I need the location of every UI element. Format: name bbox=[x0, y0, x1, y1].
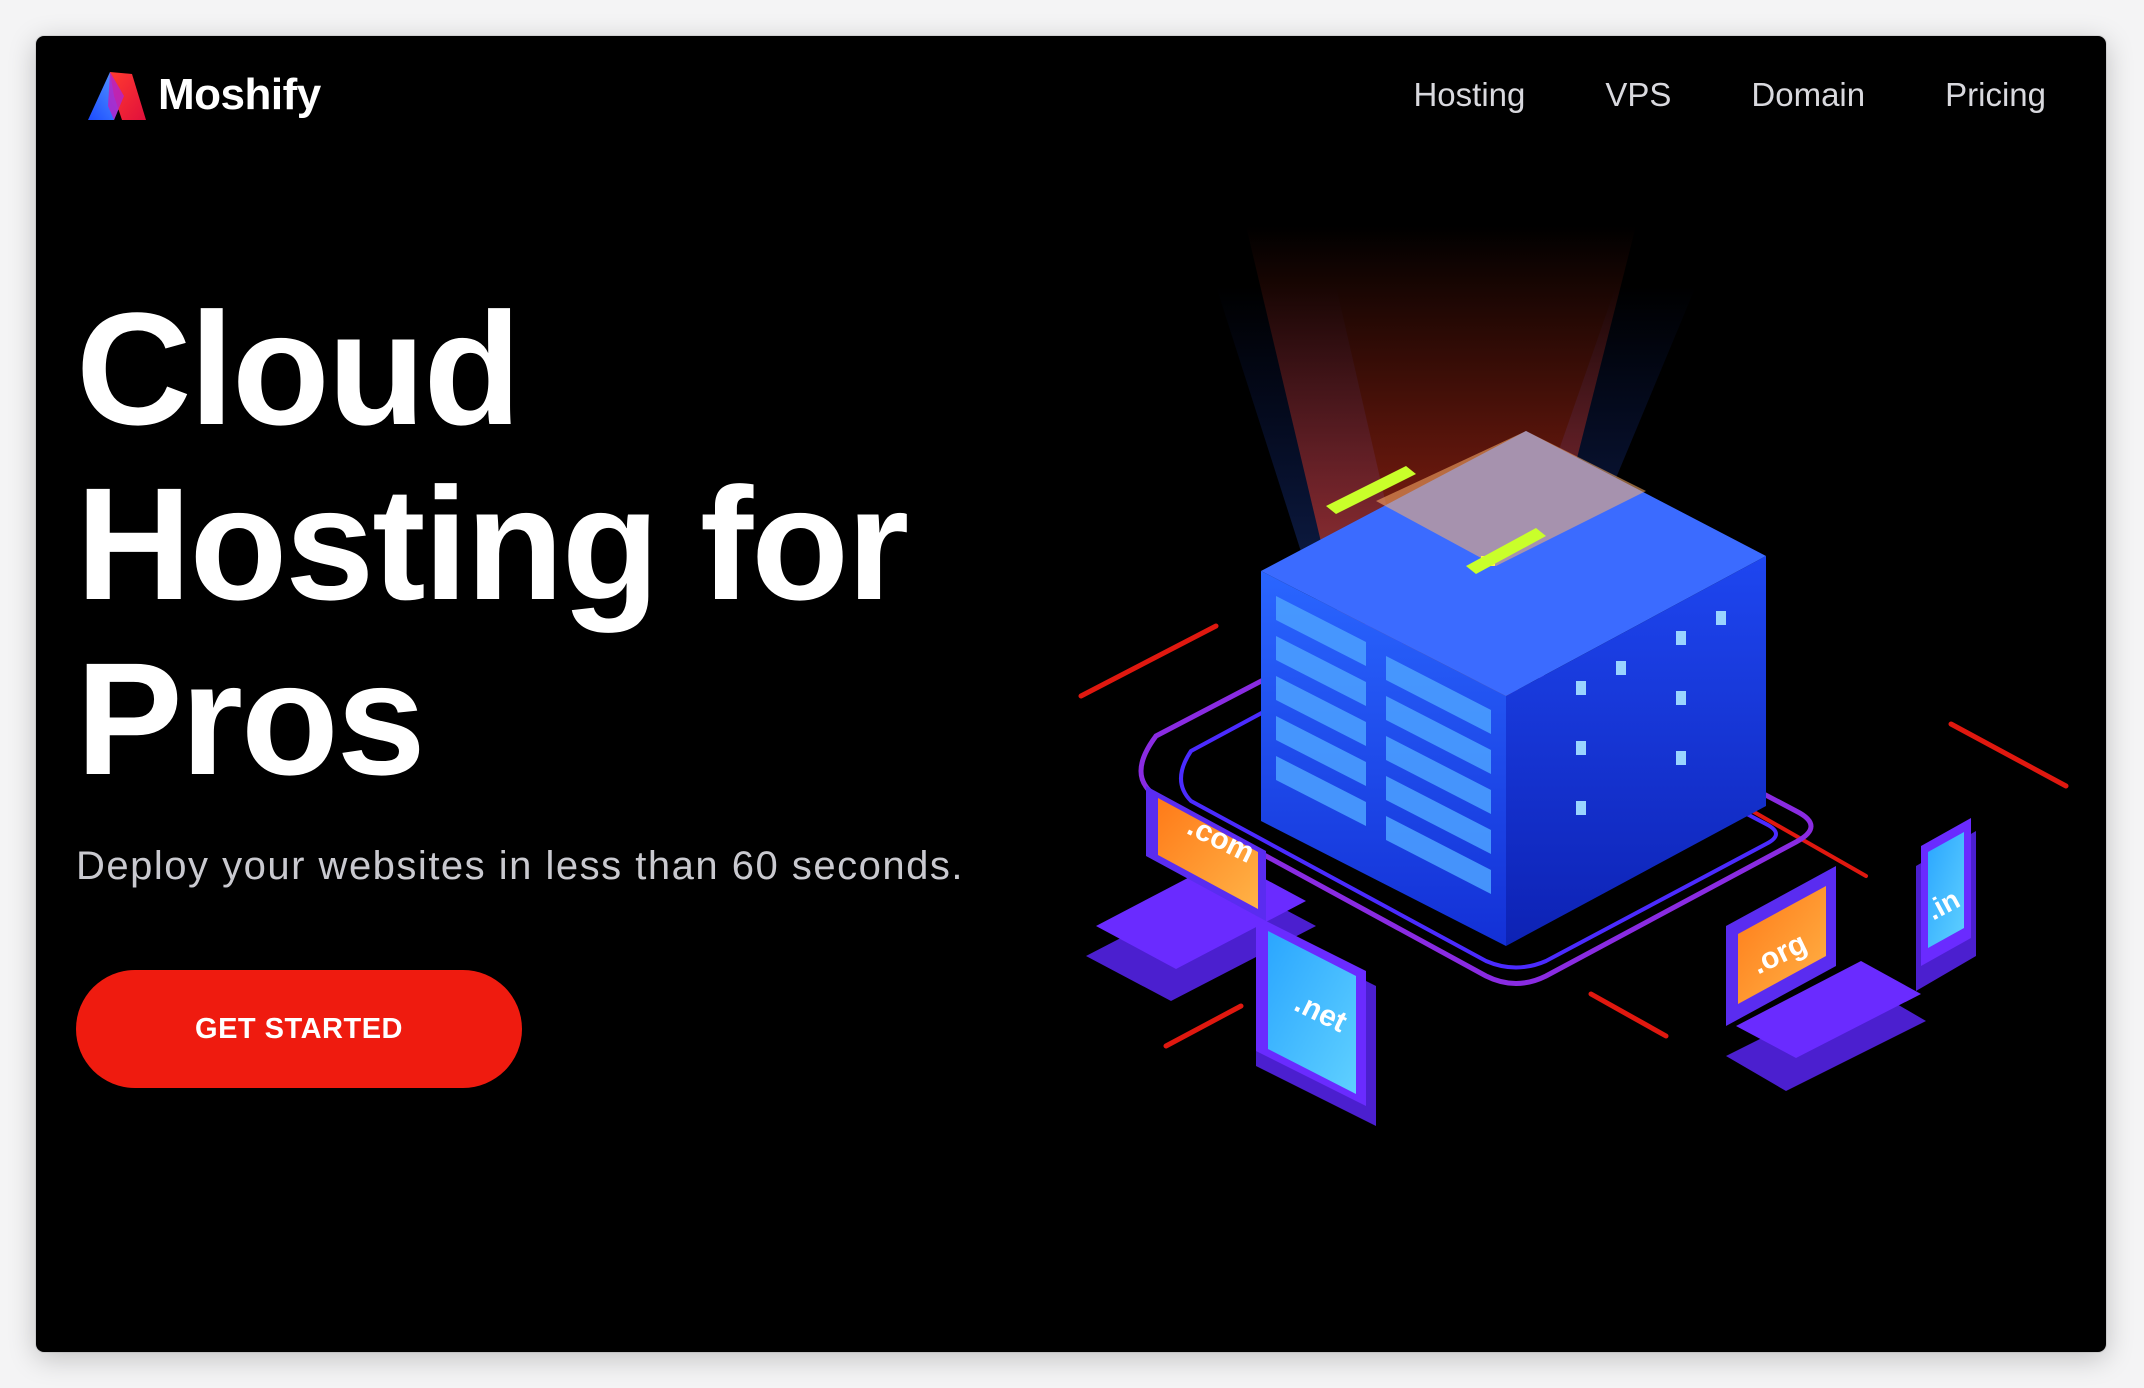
nav-link-pricing[interactable]: Pricing bbox=[1945, 76, 2046, 114]
tablet-net-icon: .net bbox=[1256, 916, 1376, 1126]
hero-subtitle: Deploy your websites in less than 60 sec… bbox=[76, 844, 964, 888]
nav-link-vps[interactable]: VPS bbox=[1605, 76, 1671, 114]
get-started-button[interactable]: GET STARTED bbox=[76, 970, 522, 1088]
brand-name: Moshify bbox=[158, 70, 321, 119]
laptop-org-icon: .org bbox=[1726, 866, 1926, 1091]
moshify-logo-icon bbox=[88, 72, 146, 120]
top-navigation: Moshify Hosting VPS Domain Pricing bbox=[36, 36, 2106, 166]
phone-in-icon: .in bbox=[1916, 818, 1976, 991]
hero-headline: Cloud Hosting for Pros bbox=[76, 279, 909, 808]
browser-window: Moshify Hosting VPS Domain Pricing Cloud… bbox=[36, 36, 2106, 1352]
nav-links: Hosting VPS Domain Pricing bbox=[1413, 76, 2046, 114]
server-network-illustration: .com .net .org .in bbox=[1078, 226, 2069, 1126]
nav-link-domain[interactable]: Domain bbox=[1751, 76, 1865, 114]
brand-link[interactable]: Moshify bbox=[84, 66, 321, 124]
server-rack bbox=[1261, 431, 1766, 946]
nav-link-hosting[interactable]: Hosting bbox=[1413, 76, 1525, 114]
